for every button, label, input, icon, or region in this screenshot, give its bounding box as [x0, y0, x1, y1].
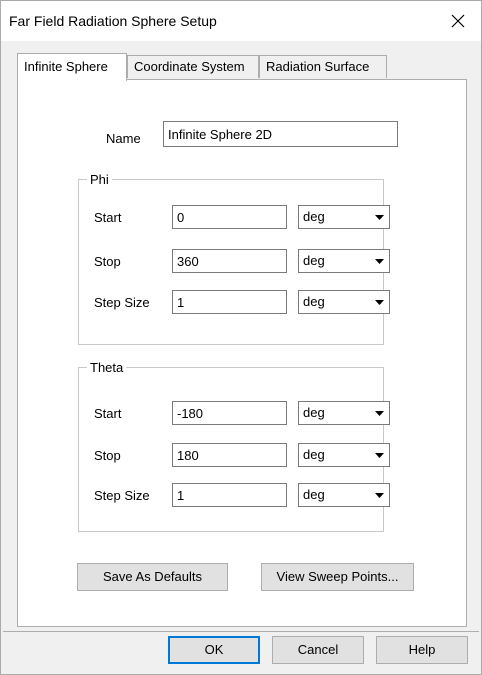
ok-button[interactable]: OK — [168, 636, 260, 664]
window-title: Far Field Radiation Sphere Setup — [9, 13, 217, 29]
theta-stop-unit-select[interactable]: deg — [298, 443, 390, 467]
tab-radiation-surface[interactable]: Radiation Surface — [259, 55, 387, 78]
theta-step-unit-select[interactable]: deg — [298, 483, 390, 507]
chevron-down-icon — [371, 486, 387, 504]
help-button[interactable]: Help — [376, 636, 468, 664]
theta-start-input[interactable] — [172, 401, 287, 425]
dialog-window: Far Field Radiation Sphere Setup Infinit… — [0, 0, 482, 675]
phi-stop-input[interactable] — [172, 249, 287, 273]
title-bar: Far Field Radiation Sphere Setup — [1, 1, 481, 41]
phi-legend: Phi — [90, 172, 109, 187]
tab-panel-infinite-sphere: Name Phi Start deg Stop deg Step Size de… — [17, 79, 467, 627]
tab-infinite-sphere[interactable]: Infinite Sphere — [17, 53, 127, 81]
close-icon — [451, 14, 465, 28]
name-label: Name — [106, 131, 141, 146]
chevron-down-icon — [371, 293, 387, 311]
tab-coordinate-system[interactable]: Coordinate System — [127, 55, 259, 78]
close-button[interactable] — [435, 1, 481, 41]
theta-stop-unit-value: deg — [303, 447, 325, 462]
chevron-down-icon — [371, 446, 387, 464]
phi-start-unit-select[interactable]: deg — [298, 205, 390, 229]
phi-start-unit-value: deg — [303, 209, 325, 224]
phi-start-label: Start — [94, 210, 122, 225]
chevron-down-icon — [371, 208, 387, 226]
phi-step-input[interactable] — [172, 290, 287, 314]
theta-step-unit-value: deg — [303, 487, 325, 502]
phi-step-unit-value: deg — [303, 294, 325, 309]
chevron-down-icon — [371, 404, 387, 422]
theta-stop-label: Stop — [94, 448, 121, 463]
theta-step-input[interactable] — [172, 483, 287, 507]
cancel-button[interactable]: Cancel — [272, 636, 364, 664]
chevron-down-icon — [371, 252, 387, 270]
save-as-defaults-button[interactable]: Save As Defaults — [77, 563, 228, 591]
theta-stop-input[interactable] — [172, 443, 287, 467]
theta-legend: Theta — [90, 360, 124, 375]
phi-stop-unit-value: deg — [303, 253, 325, 268]
phi-start-input[interactable] — [172, 205, 287, 229]
phi-stop-unit-select[interactable]: deg — [298, 249, 390, 273]
theta-start-unit-value: deg — [303, 405, 325, 420]
theta-start-label: Start — [94, 406, 122, 421]
theta-step-label: Step Size — [94, 488, 150, 503]
phi-step-unit-select[interactable]: deg — [298, 290, 390, 314]
view-sweep-points-button[interactable]: View Sweep Points... — [261, 563, 414, 591]
phi-step-label: Step Size — [94, 295, 150, 310]
name-input[interactable] — [163, 121, 398, 147]
phi-stop-label: Stop — [94, 254, 121, 269]
footer-separator — [3, 631, 479, 632]
theta-start-unit-select[interactable]: deg — [298, 401, 390, 425]
